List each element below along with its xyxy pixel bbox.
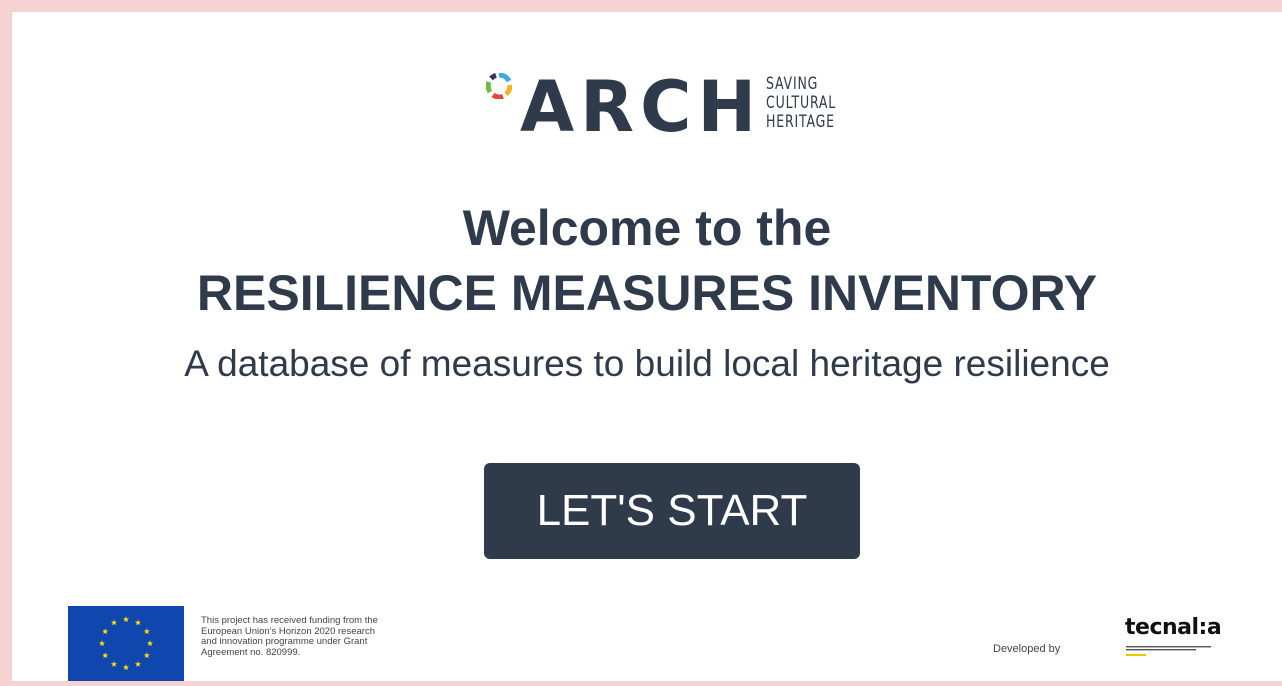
eu-star-icon xyxy=(122,616,130,623)
eu-flag-icon xyxy=(68,606,184,681)
funding-line: and innovation programme under Grant xyxy=(201,636,368,647)
eu-star-icon xyxy=(110,661,118,667)
eu-star-icon xyxy=(134,661,142,667)
logo-tagline: SAVING CULTURAL HERITAGE xyxy=(766,75,836,132)
logo-brand-text: ARCH xyxy=(520,66,763,148)
eu-star-icon xyxy=(98,640,106,647)
logo-tagline-line: CULTURAL xyxy=(766,93,837,113)
eu-star-icon xyxy=(143,652,150,659)
tecnalia-logo[interactable]: tecnal:a xyxy=(1125,616,1245,666)
logo-tagline-line: SAVING xyxy=(766,74,819,94)
funding-line: Agreement no. 820999. xyxy=(201,646,301,658)
funding-notice: This project has received funding from t… xyxy=(201,615,461,658)
eu-star-icon xyxy=(102,652,109,659)
page-title: RESILIENCE MEASURES INVENTORY xyxy=(196,265,1098,321)
eu-star-icon xyxy=(143,628,150,635)
page-subtitle: A database of measures to build local he… xyxy=(184,343,1110,384)
funding-line: This project has received funding from t… xyxy=(201,615,378,626)
tecnalia-tagline-icon xyxy=(1126,646,1211,656)
eu-star-icon xyxy=(110,619,118,626)
welcome-heading: Welcome to the xyxy=(462,200,832,256)
eu-star-icon xyxy=(122,664,130,671)
page-frame: ARCH SAVING CULTURAL HERITAGE Welcome to… xyxy=(12,12,1282,681)
eu-star-icon xyxy=(102,628,109,635)
logo-tagline-line: HERITAGE xyxy=(766,112,835,132)
eu-stars-icon xyxy=(98,616,154,671)
eu-star-icon xyxy=(134,619,142,626)
developed-by-label: Developed by xyxy=(993,643,1061,655)
arch-ring-logo-icon xyxy=(486,73,512,99)
eu-star-icon xyxy=(146,640,154,647)
lets-start-button[interactable]: LET'S START xyxy=(484,463,860,559)
tecnalia-logo-text: tecnal:a xyxy=(1125,615,1222,640)
